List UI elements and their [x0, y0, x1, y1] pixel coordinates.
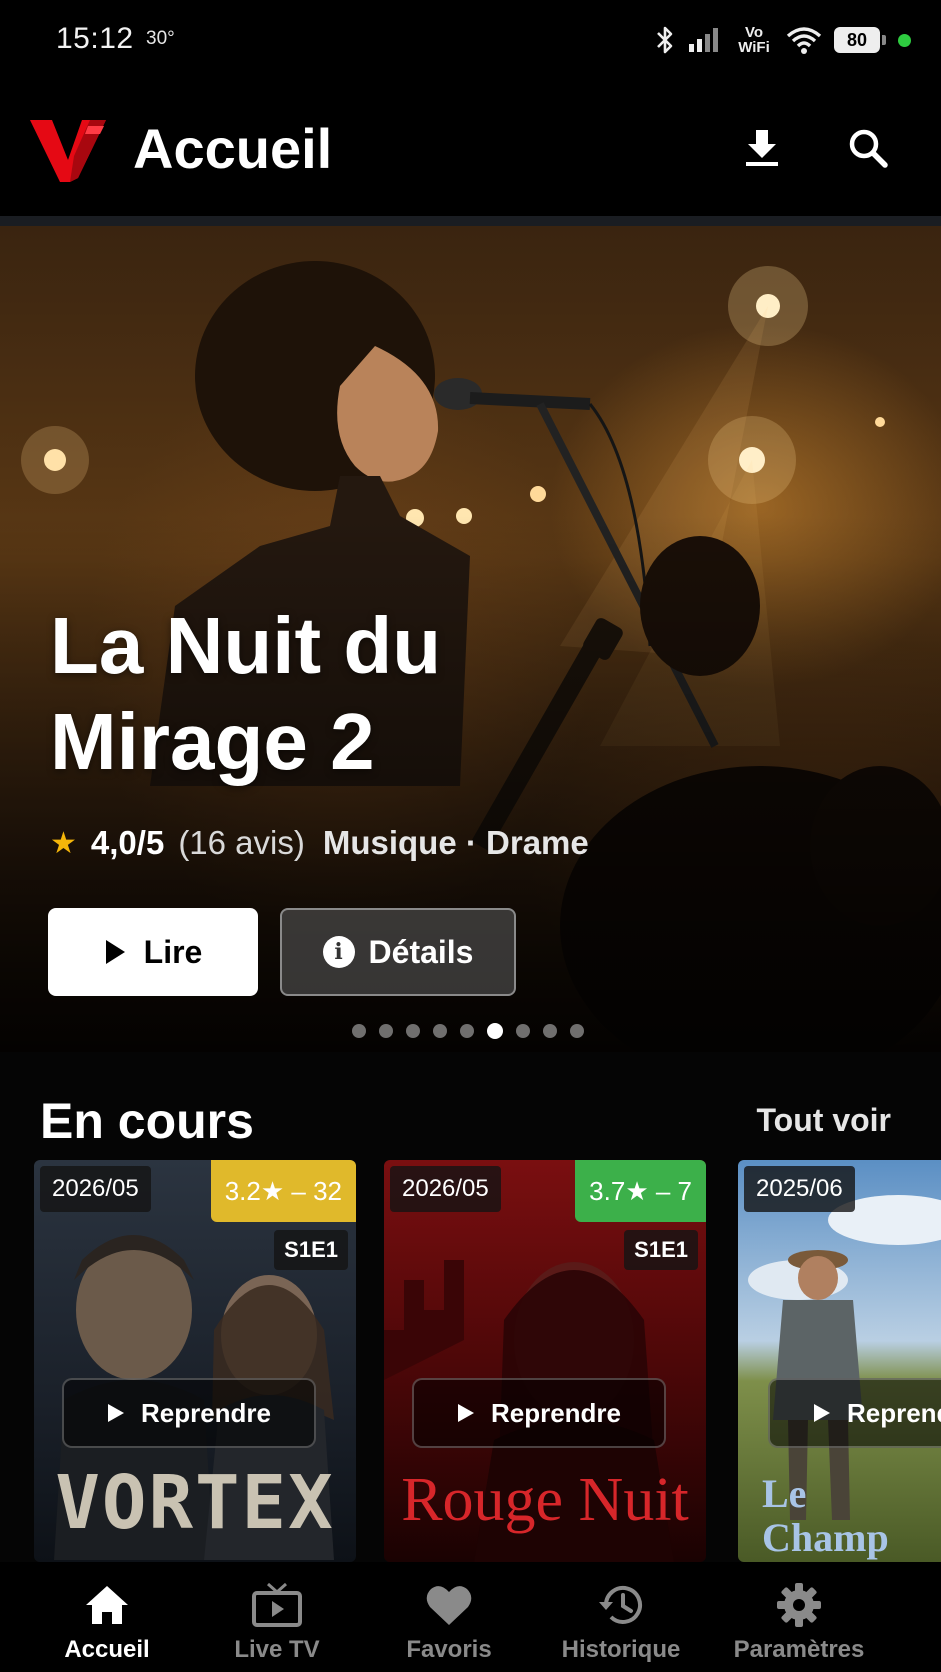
- status-temperature: 30°: [146, 28, 175, 49]
- hero-reviews: (16 avis): [178, 824, 305, 861]
- nav-label: Accueil: [64, 1636, 150, 1663]
- hero-banner[interactable]: La Nuit du Mirage 2 ★ 4,0/5 (16 avis) Mu…: [0, 226, 941, 1052]
- card-episode: S1E1: [274, 1230, 348, 1270]
- play-icon: [107, 1404, 124, 1422]
- home-icon: [80, 1580, 134, 1630]
- nav-label: Historique: [561, 1636, 681, 1663]
- card-date: 2026/05: [40, 1166, 151, 1212]
- nav-item-home[interactable]: Accueil: [22, 1562, 192, 1672]
- media-card[interactable]: 2025/06 Reprendre Le Champ Bleu: [738, 1160, 941, 1562]
- download-icon: [746, 130, 778, 166]
- tv-icon: [250, 1580, 304, 1630]
- poster-title: VORTEX: [55, 1460, 335, 1546]
- play-button-label: Lire: [143, 933, 203, 970]
- battery-indicator: 80: [834, 27, 886, 53]
- nav-item-favorites[interactable]: Favoris: [364, 1562, 534, 1672]
- details-button[interactable]: i Détails: [280, 908, 516, 996]
- poster-title: Le Champ Bleu: [762, 1471, 889, 1563]
- poster-title: Rouge Nuit: [401, 1466, 689, 1534]
- play-icon: [813, 1404, 830, 1422]
- app-bar-divider: [0, 216, 941, 226]
- signal-icon: [688, 27, 722, 53]
- status-bar: 15:12 30° Vo WiFi 80: [0, 0, 941, 80]
- carousel-dot[interactable]: [433, 1024, 447, 1038]
- star-icon: ★: [50, 826, 77, 860]
- play-icon: [105, 940, 125, 964]
- carousel-dot[interactable]: [460, 1024, 474, 1038]
- resume-button[interactable]: Reprendre: [768, 1378, 941, 1448]
- nav-item-live-tv[interactable]: Live TV: [192, 1562, 362, 1672]
- carousel-dot[interactable]: [570, 1024, 584, 1038]
- heart-icon: [422, 1580, 476, 1630]
- resume-label: Reprendre: [140, 1397, 272, 1428]
- card-date: 2026/05: [390, 1166, 501, 1212]
- card-score-badge: 3.7★ – 7: [575, 1160, 706, 1222]
- play-button[interactable]: Lire: [48, 908, 258, 996]
- carousel-dot-active[interactable]: [487, 1023, 503, 1039]
- resume-button[interactable]: Reprendre: [412, 1378, 666, 1448]
- nav-item-settings[interactable]: Paramètres: [714, 1562, 884, 1672]
- history-icon: [594, 1580, 648, 1630]
- carousel-indicator: [352, 1023, 584, 1039]
- carousel-dot[interactable]: [543, 1024, 557, 1038]
- resume-label: Reprendre: [846, 1397, 941, 1428]
- hero-title: La Nuit du Mirage 2: [50, 601, 442, 786]
- bluetooth-icon: [654, 25, 676, 55]
- continue-watching-section: En cours Tout voir 2026/05 3.2★ – 32 S1E…: [0, 1052, 941, 1562]
- carousel-dot[interactable]: [379, 1024, 393, 1038]
- nav-item-history[interactable]: Historique: [536, 1562, 706, 1672]
- hero-genres: Musique · Drame: [322, 824, 589, 861]
- nav-label: Favoris: [406, 1636, 492, 1663]
- privacy-dot-icon: [898, 33, 911, 47]
- hero-meta: ★ 4,0/5 (16 avis) Musique · Drame: [50, 821, 589, 865]
- page-title: Accueil: [133, 117, 333, 180]
- vowifi-label: Vo WiFi: [738, 24, 770, 56]
- continue-watching-row[interactable]: 2026/05 3.2★ – 32 S1E1 Reprendre VORTEX …: [34, 1160, 941, 1562]
- app-bar: Accueil: [0, 80, 941, 216]
- download-button[interactable]: [734, 120, 790, 176]
- bottom-navigation: Accueil Live TV Favoris Historique Param…: [0, 1562, 941, 1672]
- play-icon: [457, 1404, 474, 1422]
- status-time: 15:12: [56, 22, 134, 55]
- status-icons: Vo WiFi 80: [654, 20, 911, 60]
- carousel-dot[interactable]: [406, 1024, 420, 1038]
- gear-icon: [772, 1580, 826, 1630]
- media-card[interactable]: 2026/05 3.7★ – 7 S1E1 Reprendre Rouge Nu…: [384, 1160, 706, 1562]
- media-card[interactable]: 2026/05 3.2★ – 32 S1E1 Reprendre VORTEX: [34, 1160, 356, 1562]
- section-title: En cours: [40, 1093, 254, 1149]
- search-icon: [849, 129, 888, 168]
- app-logo: [30, 120, 106, 182]
- resume-button[interactable]: Reprendre: [62, 1378, 316, 1448]
- info-icon: i: [322, 936, 355, 968]
- resume-label: Reprendre: [490, 1397, 622, 1428]
- carousel-dot[interactable]: [516, 1024, 530, 1038]
- card-date: 2025/06: [744, 1166, 855, 1212]
- hero-rating: 4,0/5: [90, 824, 165, 861]
- nav-label: Live TV: [234, 1636, 320, 1663]
- card-score-badge: 3.2★ – 32: [210, 1160, 356, 1222]
- details-button-label: Détails: [368, 933, 474, 970]
- nav-label: Paramètres: [733, 1636, 865, 1663]
- wifi-icon: [786, 26, 822, 54]
- search-button[interactable]: [840, 120, 896, 176]
- see-all-link[interactable]: Tout voir: [757, 1102, 892, 1139]
- carousel-dot[interactable]: [352, 1024, 366, 1038]
- card-episode: S1E1: [624, 1230, 698, 1270]
